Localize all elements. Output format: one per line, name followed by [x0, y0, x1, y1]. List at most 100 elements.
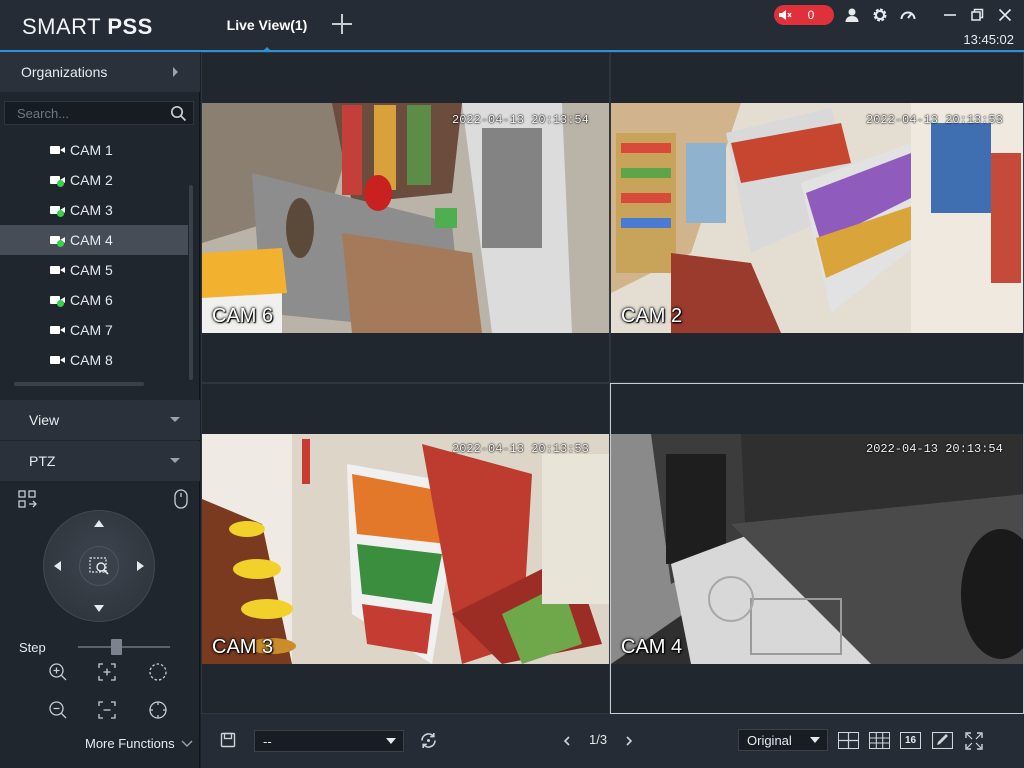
- previous-page-icon[interactable]: [563, 734, 571, 752]
- title-bar: SMART PSS Live View(1) 0 13:45:02: [0, 0, 1024, 52]
- zoom-in-icon[interactable]: [48, 662, 68, 682]
- gear-icon[interactable]: [871, 6, 889, 24]
- layout-9-split-icon[interactable]: [869, 732, 890, 749]
- device-item-cam-4[interactable]: CAM 4: [0, 225, 188, 255]
- focus-near-icon[interactable]: [97, 662, 117, 682]
- alarm-badge[interactable]: 0: [774, 5, 834, 25]
- system-clock: 13:45:02: [963, 32, 1014, 47]
- camera-online-icon: [50, 204, 66, 217]
- view-select-value: --: [263, 733, 272, 749]
- camera-icon: [50, 324, 66, 336]
- device-tree-horizontal-scrollbar[interactable]: [14, 382, 144, 386]
- restore-icon[interactable]: [968, 6, 986, 24]
- video-timestamp: 2022-04-13 20:13:54: [866, 442, 1003, 456]
- custom-layout-edit-icon[interactable]: [931, 731, 954, 754]
- device-tree: CAM 1 CAM 2 CAM 3 CAM 4 CAM 5 CAM 6 CAM …: [0, 135, 188, 375]
- device-tree-vertical-scrollbar[interactable]: [189, 185, 193, 380]
- chevron-down-icon: [170, 417, 180, 422]
- performance-gauge-icon[interactable]: [899, 6, 917, 24]
- sidebar: Organizations CAM 1 CAM 2 CAM 3 CAM 4 CA…: [0, 52, 200, 768]
- video-tile-4[interactable]: 2022-04-13 20:13:54 CAM 4: [610, 383, 1024, 714]
- video-feed-store-counter: [202, 53, 609, 382]
- device-label: CAM 8: [70, 352, 113, 368]
- camera-online-icon: [50, 294, 66, 307]
- ptz-menu-icon[interactable]: [18, 490, 38, 515]
- device-label: CAM 4: [70, 232, 113, 248]
- device-label: CAM 6: [70, 292, 113, 308]
- layout-16-split-button[interactable]: 16: [900, 732, 921, 749]
- video-channel-label: CAM 4: [621, 636, 683, 658]
- ptz-header[interactable]: PTZ: [0, 441, 200, 481]
- video-tile-1[interactable]: 2022-04-13 20:13:54 CAM 6: [201, 52, 610, 383]
- user-icon[interactable]: [843, 6, 861, 24]
- mouse-icon[interactable]: [174, 489, 188, 514]
- iris-close-icon[interactable]: [148, 700, 168, 720]
- ptz-direction-pad: [43, 510, 155, 622]
- view-select[interactable]: --: [254, 730, 404, 752]
- refresh-icon[interactable]: [419, 731, 438, 755]
- video-timestamp: 2022-04-13 20:13:54: [452, 113, 589, 127]
- ptz-left-button[interactable]: [54, 561, 61, 571]
- chevron-right-icon: [173, 67, 178, 77]
- camera-online-icon: [50, 234, 66, 247]
- layout-4-split-icon[interactable]: [838, 732, 859, 749]
- fullscreen-icon[interactable]: [965, 732, 983, 755]
- logo-text: SMART: [22, 14, 108, 39]
- video-tile-2[interactable]: 2022-04-13 20:13:53 CAM 2: [610, 52, 1024, 383]
- device-item-cam-8[interactable]: CAM 8: [0, 345, 188, 375]
- more-functions-button[interactable]: More Functions: [85, 736, 193, 751]
- video-feed-store-aisle: [611, 53, 1023, 382]
- page-indicator: 1/3: [589, 732, 608, 747]
- video-tile-3[interactable]: 2022-04-13 20:13:53 CAM 3: [201, 383, 610, 714]
- device-item-cam-6[interactable]: CAM 6: [0, 285, 188, 315]
- ptz-right-button[interactable]: [137, 561, 144, 571]
- chevron-down-icon: [181, 740, 193, 747]
- next-page-icon[interactable]: [625, 734, 633, 752]
- speaker-muted-icon: [774, 5, 796, 25]
- zoom-out-icon[interactable]: [48, 700, 68, 720]
- device-item-cam-7[interactable]: CAM 7: [0, 315, 188, 345]
- focus-far-icon[interactable]: [97, 700, 117, 720]
- step-slider-thumb[interactable]: [111, 639, 122, 655]
- smart-pss-window: SMART PSS Live View(1) 0 13:45:02 Organi…: [0, 0, 1024, 768]
- device-item-cam-2[interactable]: CAM 2: [0, 165, 188, 195]
- ptz-down-button[interactable]: [94, 605, 104, 612]
- more-functions-label: More Functions: [85, 736, 175, 751]
- aspect-ratio-select[interactable]: Original: [738, 729, 828, 751]
- chevron-down-icon: [170, 458, 180, 463]
- close-icon[interactable]: [996, 6, 1014, 24]
- device-item-cam-5[interactable]: CAM 5: [0, 255, 188, 285]
- video-timestamp: 2022-04-13 20:13:53: [866, 113, 1003, 127]
- ptz-up-button[interactable]: [94, 520, 104, 527]
- ptz-3d-positioning-button[interactable]: [79, 546, 119, 586]
- camera-icon: [50, 264, 66, 276]
- device-item-cam-1[interactable]: CAM 1: [0, 135, 188, 165]
- device-label: CAM 1: [70, 142, 113, 158]
- view-label: View: [29, 412, 60, 428]
- step-label: Step: [19, 640, 46, 655]
- device-search: [4, 101, 194, 125]
- save-view-icon[interactable]: [220, 732, 236, 753]
- camera-icon: [50, 354, 66, 366]
- tab-label: Live View(1): [226, 17, 308, 33]
- device-item-cam-3[interactable]: CAM 3: [0, 195, 188, 225]
- organizations-label: Organizations: [21, 64, 108, 80]
- video-feed-store-shelves: [202, 384, 609, 713]
- device-label: CAM 5: [70, 262, 113, 278]
- iris-open-icon[interactable]: [148, 662, 168, 682]
- minimize-icon[interactable]: [941, 6, 959, 24]
- step-slider-track[interactable]: [78, 646, 170, 648]
- search-input[interactable]: [5, 102, 165, 124]
- video-channel-label: CAM 3: [212, 636, 274, 658]
- search-icon[interactable]: [170, 105, 187, 127]
- tab-live-view[interactable]: Live View(1): [213, 0, 321, 52]
- live-view-toolbar: -- 1/3 Original 16: [201, 714, 1024, 768]
- device-label: CAM 3: [70, 202, 113, 218]
- video-feed-night-entrance: [611, 384, 1023, 713]
- organizations-header[interactable]: Organizations: [0, 52, 200, 92]
- add-tab-button[interactable]: [330, 12, 354, 36]
- dropdown-arrow-icon: [810, 737, 820, 743]
- video-timestamp: 2022-04-13 20:13:53: [452, 442, 589, 456]
- app-logo: SMART PSS: [22, 14, 153, 40]
- view-header[interactable]: View: [0, 400, 200, 440]
